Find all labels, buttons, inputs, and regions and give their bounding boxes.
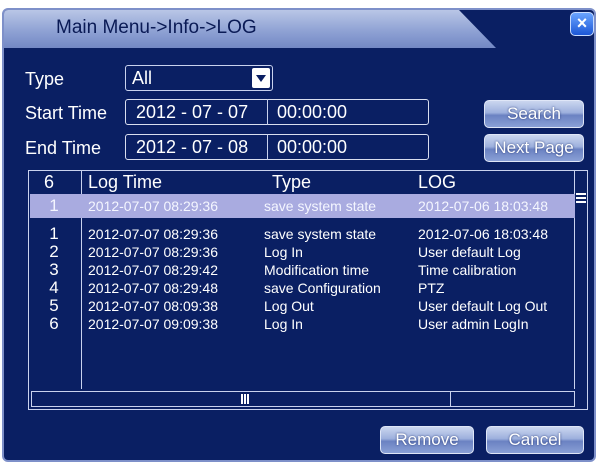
field-divider [267,99,268,125]
row-number: 1 [49,224,59,243]
table-row-selected[interactable]: 1 2012-07-07 08:29:36 save system state … [30,194,575,218]
next-page-button[interactable]: Next Page [484,134,584,162]
type-label: Type [25,69,65,89]
row-type: Log In [264,316,303,332]
row-log-time: 2012-07-07 08:09:38 [88,298,218,314]
table-row[interactable]: 5 2012-07-07 08:09:38 Log Out User defau… [30,296,575,315]
close-icon[interactable]: × [570,12,594,36]
end-time-field[interactable]: 2012 - 07 - 08 00:00:00 [125,134,429,160]
header-count: 6 [44,172,55,192]
vertical-scrollbar[interactable] [574,171,587,389]
row-type: Log In [264,244,303,260]
horizontal-scrollbar[interactable] [31,391,575,407]
row-log-time: 2012-07-07 08:29:42 [88,262,218,278]
row-number: 2 [49,242,59,261]
log-window: Main Menu->Info->LOG × Type All Start Ti… [2,8,596,462]
header-type: Type [272,172,312,192]
row-type: save Configuration [264,280,381,296]
row-log: Time calibration [418,262,517,278]
row-log: PTZ [418,280,445,296]
type-select-value: All [132,68,153,88]
title-bar: Main Menu->Info->LOG × [4,10,594,50]
row-log: User admin LogIn [418,316,529,332]
row-number: 1 [49,196,59,215]
type-select[interactable]: All [125,65,273,91]
end-date-value[interactable]: 2012 - 07 - 08 [136,135,248,159]
row-log: 2012-07-06 18:03:48 [418,226,548,242]
row-type: Log Out [264,298,314,314]
cancel-button[interactable]: Cancel [486,426,584,454]
table-row[interactable]: 6 2012-07-07 09:09:38 Log In User admin … [30,314,575,333]
header-log: LOG [418,172,457,192]
row-type: save system state [264,226,377,242]
row-number: 5 [49,296,59,315]
header-log-time: Log Time [88,172,163,192]
start-time-label: Start Time [25,103,108,123]
row-number: 3 [49,260,59,279]
start-date-value[interactable]: 2012 - 07 - 07 [136,100,248,124]
horizontal-scroll-thumb[interactable] [32,392,451,406]
row-log-time: 2012-07-07 09:09:38 [88,316,218,332]
table-row[interactable]: 1 2012-07-07 08:29:36 save system state … [30,224,575,243]
chevron-down-icon[interactable] [252,68,270,88]
field-divider [267,134,268,160]
row-log: User default Log [418,244,521,260]
row-type: save system state [264,198,377,214]
window-title: Main Menu->Info->LOG [56,17,257,38]
row-log-time: 2012-07-07 08:29:36 [88,226,218,242]
row-log-time: 2012-07-07 08:29:36 [88,198,218,214]
row-log-time: 2012-07-07 08:29:36 [88,244,218,260]
row-log-time: 2012-07-07 08:29:48 [88,280,218,296]
table-row[interactable]: 3 2012-07-07 08:29:42 Modification time … [30,260,575,279]
row-number: 6 [49,314,59,333]
end-time-label: End Time [25,138,102,158]
search-button[interactable]: Search [484,100,584,128]
row-number: 4 [49,278,59,297]
start-time-value[interactable]: 00:00:00 [277,100,347,124]
table-row[interactable]: 4 2012-07-07 08:29:48 save Configuration… [30,278,575,297]
scroll-grip-icon[interactable] [576,193,586,203]
row-log: 2012-07-06 18:03:48 [418,198,548,214]
end-time-value[interactable]: 00:00:00 [277,135,347,159]
table-row[interactable]: 2 2012-07-07 08:29:36 Log In User defaul… [30,242,575,261]
remove-button[interactable]: Remove [380,426,474,454]
row-type: Modification time [264,262,370,278]
start-time-field[interactable]: 2012 - 07 - 07 00:00:00 [125,99,429,125]
row-log: User default Log Out [418,298,548,314]
